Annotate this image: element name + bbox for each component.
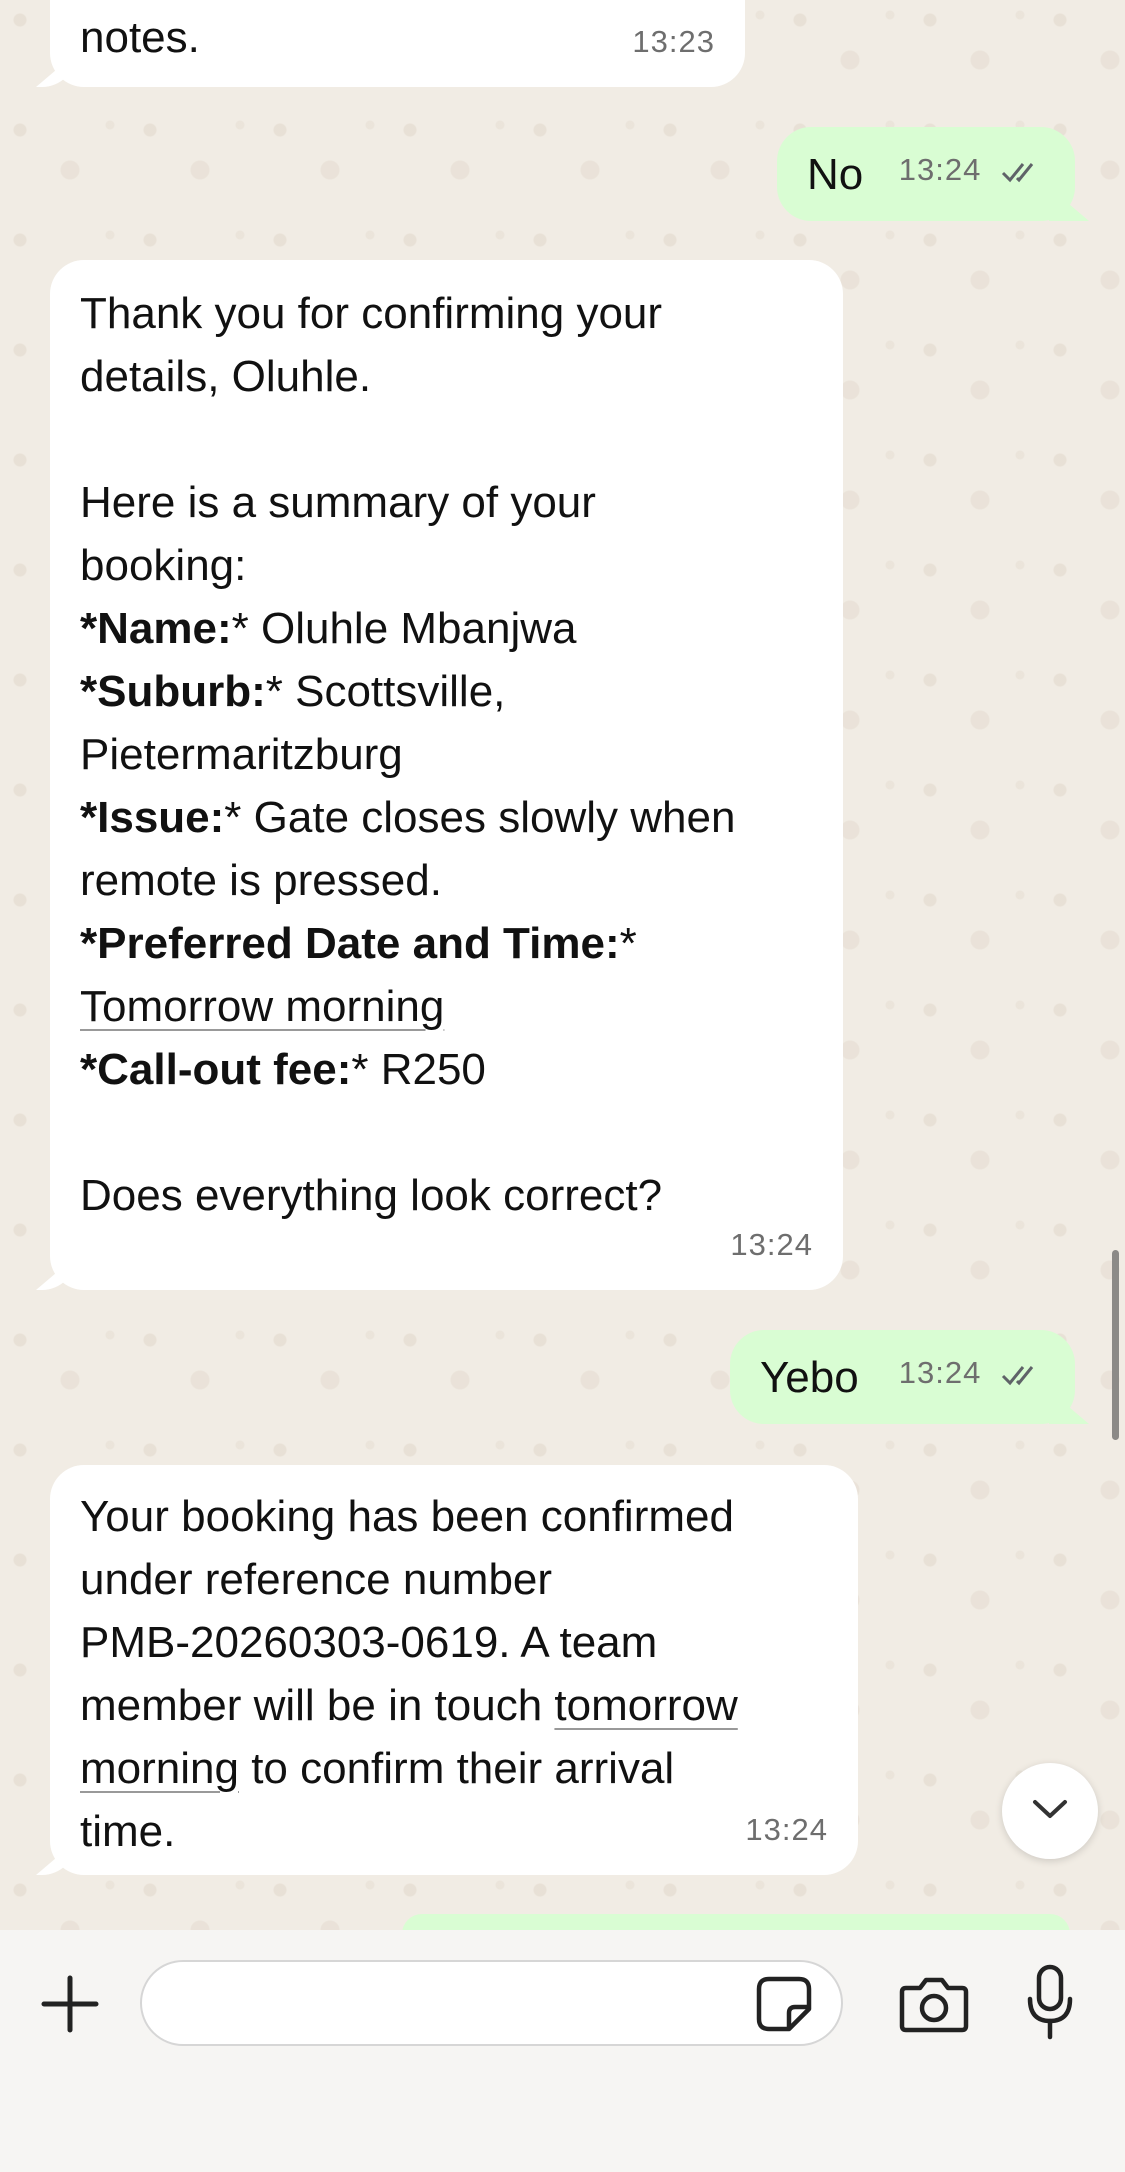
message-time: 13:24 [745, 1812, 828, 1847]
message-time: 13:23 [632, 24, 715, 59]
summary-date: *Preferred Date and Time:* [80, 919, 637, 968]
message-outgoing[interactable]: Yebo 13:24 [730, 1330, 1075, 1424]
message-outgoing[interactable]: No 13:24 [777, 127, 1075, 221]
message-line: member will be in touch tomorrow [80, 1681, 738, 1730]
message-line: under reference number [80, 1555, 553, 1604]
message-time: 13:24 [898, 1355, 982, 1390]
summary-suburb: *Suburb:* Scottsville, [80, 667, 506, 716]
message-line: PMB-20260303-0619. A team [80, 1618, 658, 1667]
plus-icon[interactable] [34, 1968, 106, 2040]
message-incoming[interactable]: Your booking has been confirmed under re… [50, 1465, 858, 1875]
message-text: notes. [80, 13, 200, 62]
message-line: Your booking has been confirmed [80, 1492, 734, 1541]
message-incoming[interactable]: Thank you for confirming your details, O… [50, 260, 843, 1290]
summary-line: remote is pressed. [80, 856, 442, 905]
message-text: Yebo [760, 1353, 859, 1402]
summary-line: details, Oluhle. [80, 352, 372, 401]
message-line: time. [80, 1807, 176, 1856]
message-time: 13:24 [730, 1227, 813, 1262]
message-text: No [807, 150, 864, 199]
message-line: morning to confirm their arrival [80, 1744, 675, 1793]
scrollbar[interactable] [1112, 1250, 1119, 1440]
double-check-icon [1001, 1345, 1045, 1408]
composer-bar [0, 1930, 1125, 2172]
double-check-icon [1001, 142, 1045, 205]
summary-fee: *Call-out fee:* R250 [80, 1045, 486, 1094]
chat-area: notes. 13:23 No 13:24 Thank you for conf… [0, 0, 1125, 1930]
camera-icon[interactable] [896, 1966, 972, 2042]
message-outgoing-partial[interactable] [402, 1914, 1070, 1930]
summary-issue: *Issue:* Gate closes slowly when [80, 793, 736, 842]
summary-line: Here is a summary of your [80, 478, 596, 527]
microphone-icon[interactable] [1020, 1960, 1080, 2046]
date-link[interactable]: Tomorrow morning [80, 982, 444, 1031]
date-link[interactable]: tomorrow [554, 1681, 737, 1730]
date-link[interactable]: morning [80, 1744, 239, 1793]
sticker-icon[interactable] [752, 1972, 816, 2036]
message-input[interactable] [140, 1960, 843, 2046]
scroll-to-bottom-button[interactable] [1002, 1763, 1098, 1859]
summary-line: Pietermaritzburg [80, 730, 403, 779]
summary-line: Thank you for confirming your [80, 289, 663, 338]
message-time: 13:24 [898, 152, 982, 187]
chevron-down-icon [1030, 1797, 1070, 1826]
message-incoming[interactable]: notes. 13:23 [50, 0, 745, 87]
summary-question: Does everything look correct? [80, 1171, 663, 1220]
summary-line: booking: [80, 541, 247, 590]
summary-name: *Name:* Oluhle Mbanjwa [80, 604, 577, 653]
